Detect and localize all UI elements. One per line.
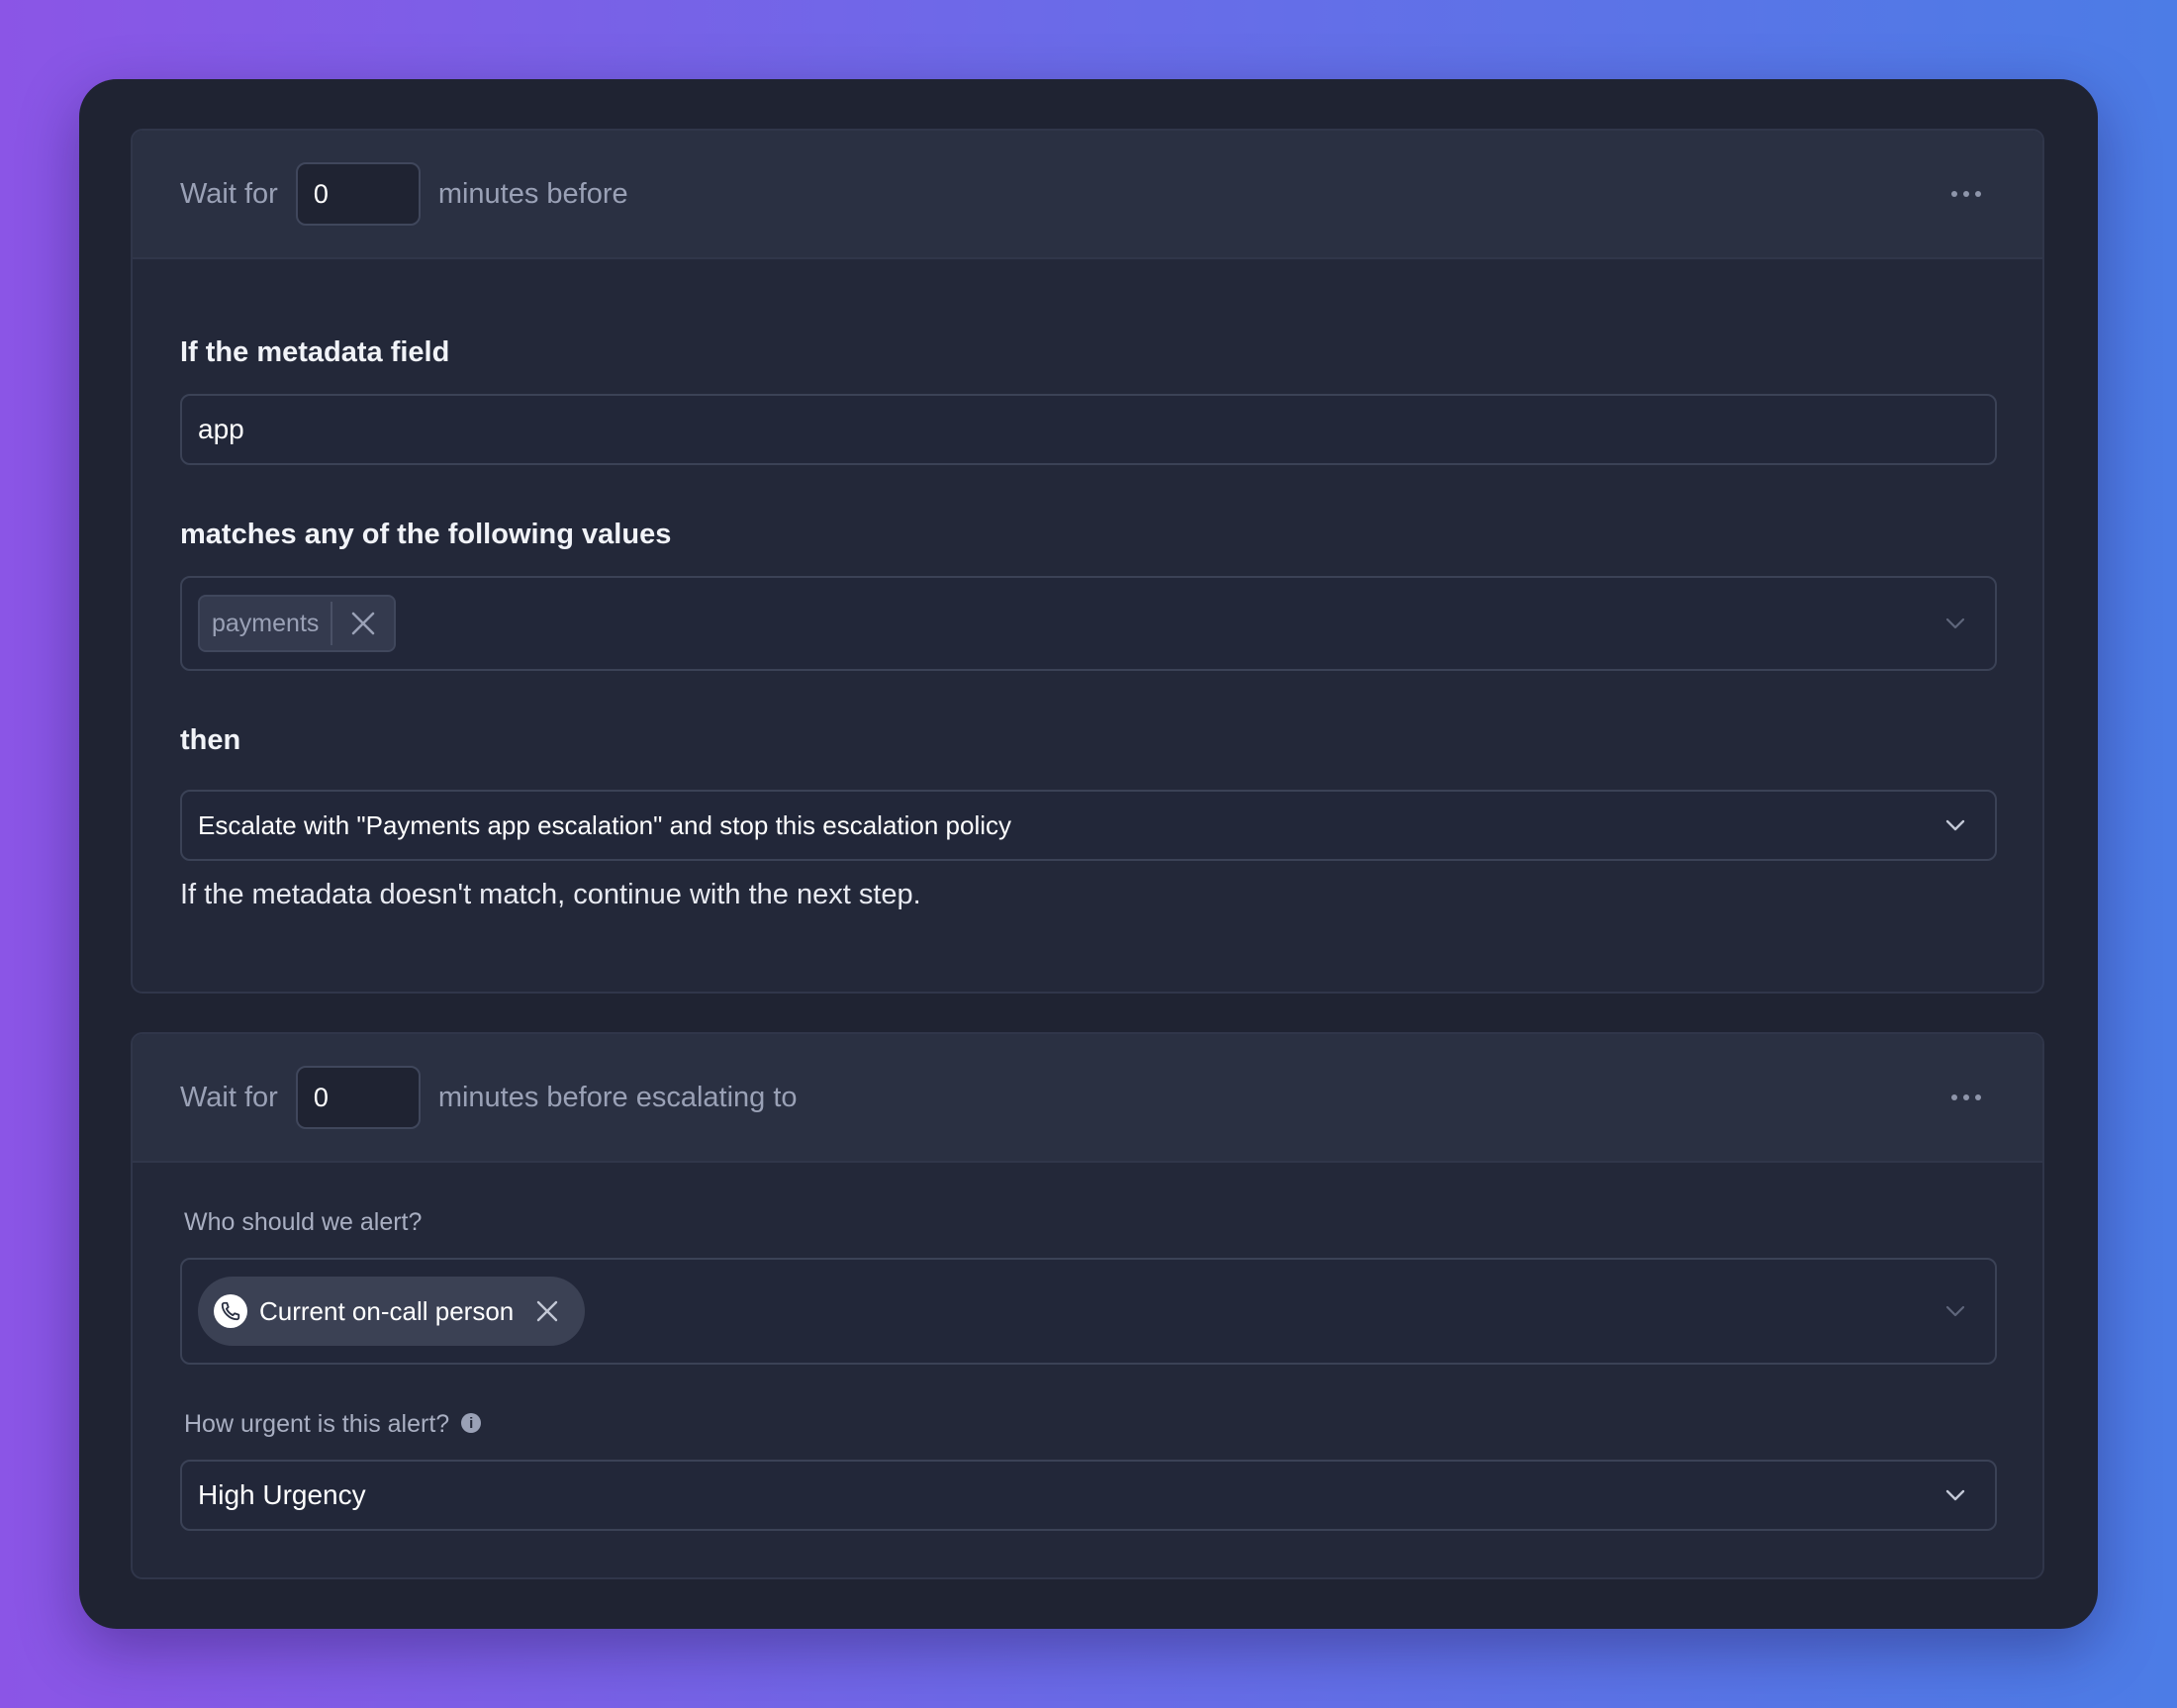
then-action-value: Escalate with "Payments app escalation" … bbox=[198, 809, 1012, 840]
more-horizontal-icon[interactable] bbox=[1947, 181, 1985, 207]
chevron-down-icon[interactable] bbox=[1943, 612, 1967, 635]
info-icon[interactable]: i bbox=[461, 1413, 482, 1434]
on-call-person-chip: Current on-call person bbox=[198, 1277, 586, 1346]
urgency-label: How urgent is this alert? i bbox=[184, 1410, 482, 1439]
urgency-select[interactable]: High Urgency bbox=[180, 1460, 1997, 1531]
escalation-policy-window: Wait for minutes before If the metadata … bbox=[79, 79, 2098, 1629]
chip-label: payments bbox=[212, 609, 320, 637]
alert-target-select[interactable]: Current on-call person bbox=[180, 1258, 1997, 1365]
then-label: then bbox=[180, 724, 241, 756]
no-match-note: If the metadata doesn't match, continue … bbox=[180, 879, 921, 910]
wait-minutes-input[interactable] bbox=[295, 1066, 421, 1129]
escalation-step-notify: Wait for minutes before escalating to Wh… bbox=[131, 1032, 2044, 1579]
metadata-field-value: app bbox=[198, 414, 244, 444]
step-header: Wait for minutes before escalating to bbox=[133, 1034, 2042, 1163]
wait-suffix-label: minutes before bbox=[437, 177, 628, 210]
wait-minutes-input[interactable] bbox=[295, 162, 421, 226]
wait-suffix-label: minutes before escalating to bbox=[437, 1081, 798, 1113]
matches-label: matches any of the following values bbox=[180, 519, 672, 550]
who-alert-label: Who should we alert? bbox=[184, 1208, 423, 1236]
urgency-value: High Urgency bbox=[198, 1479, 366, 1510]
match-values-select[interactable]: payments bbox=[180, 576, 1997, 671]
then-action-select[interactable]: Escalate with "Payments app escalation" … bbox=[180, 790, 1997, 861]
metadata-field-label: If the metadata field bbox=[180, 336, 450, 368]
more-horizontal-icon[interactable] bbox=[1947, 1085, 1985, 1110]
phone-icon bbox=[214, 1294, 247, 1328]
close-icon[interactable] bbox=[535, 1299, 559, 1323]
close-icon[interactable] bbox=[332, 597, 394, 650]
wait-prefix-label: Wait for bbox=[180, 177, 278, 210]
step-header: Wait for minutes before bbox=[133, 131, 2042, 259]
chevron-down-icon[interactable] bbox=[1943, 1299, 1967, 1323]
chevron-down-icon[interactable] bbox=[1943, 1483, 1967, 1507]
escalation-step-branch: Wait for minutes before If the metadata … bbox=[131, 129, 2044, 994]
metadata-field-input[interactable]: app bbox=[180, 394, 1997, 465]
chevron-down-icon[interactable] bbox=[1943, 813, 1967, 837]
wait-prefix-label: Wait for bbox=[180, 1081, 278, 1113]
urgency-label-text: How urgent is this alert? bbox=[184, 1410, 450, 1438]
chip-label: Current on-call person bbox=[259, 1295, 515, 1326]
match-value-chip: payments bbox=[198, 595, 397, 652]
